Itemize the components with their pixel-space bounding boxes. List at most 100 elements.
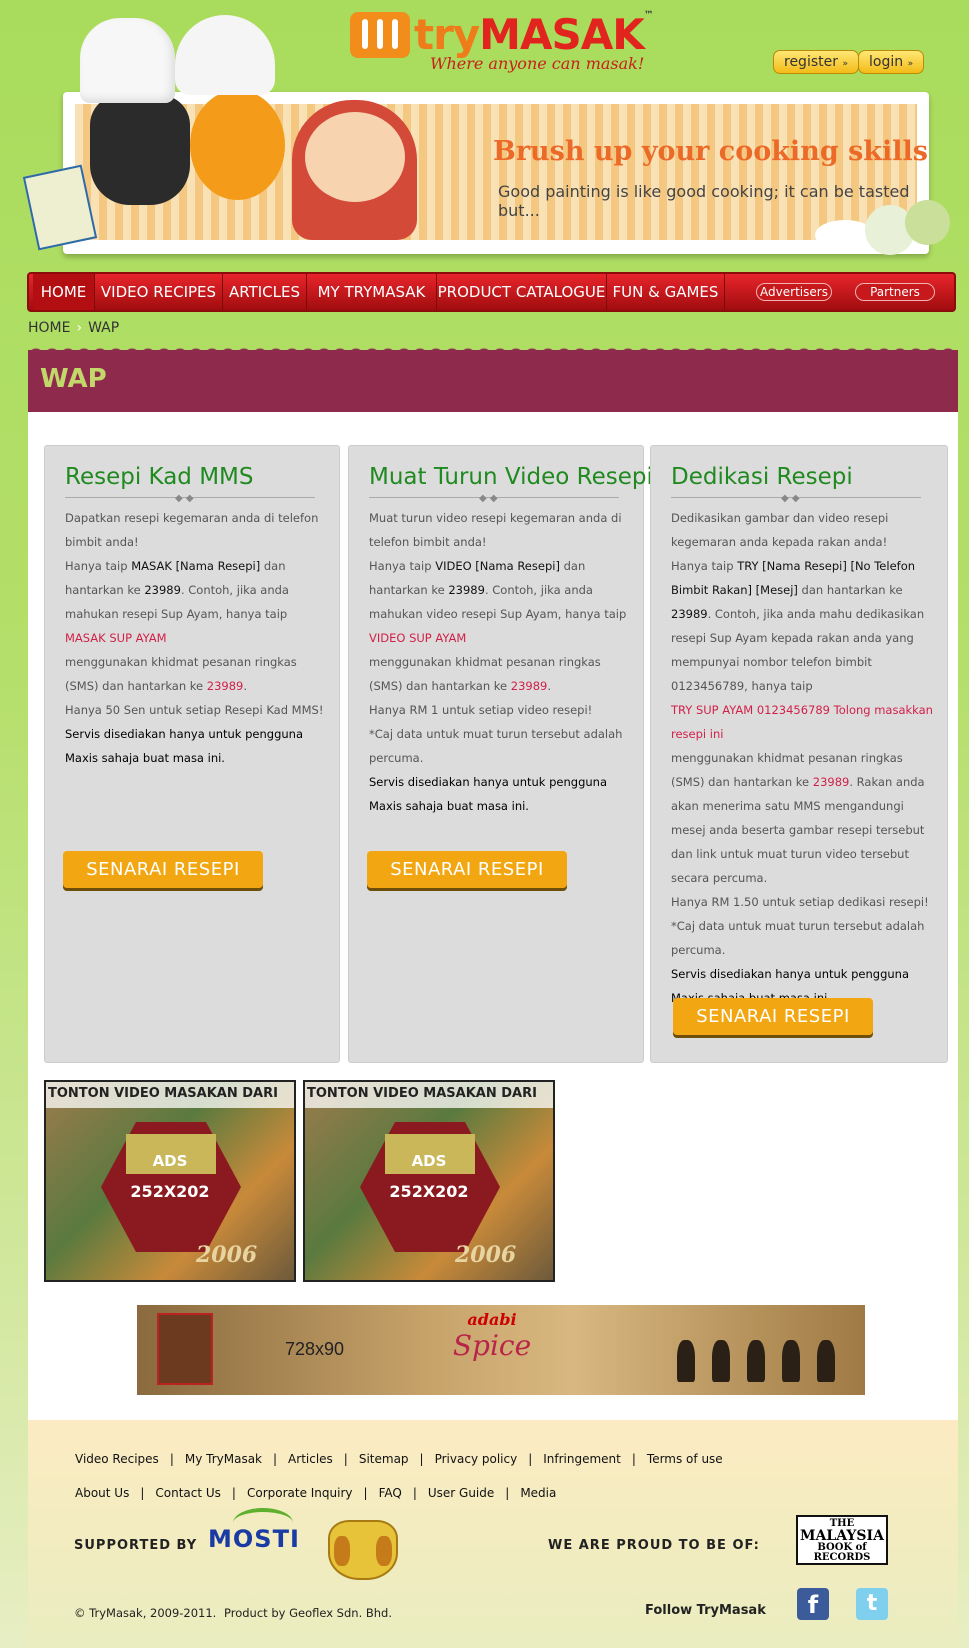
ad-size: 252X202 [130, 1182, 210, 1201]
price-text: Hanya RM 1.50 untuk setiap dedikasi rese… [671, 895, 929, 909]
ornament-icon: ◆ ◆ [175, 493, 194, 504]
page-title: WAP [40, 364, 107, 394]
camel-silhouette [782, 1340, 800, 1382]
footer-link[interactable]: Corporate Inquiry [247, 1486, 353, 1500]
card-title: Dedikasi Resepi [671, 464, 853, 490]
sms-number: 23989 [448, 583, 485, 597]
sms-example: VIDEO SUP AYAM [369, 631, 467, 645]
footer-link[interactable]: User Guide [428, 1486, 494, 1500]
leaderboard-ad[interactable]: 728x90 adabi Spice [137, 1305, 865, 1395]
ad-year: 2006 [196, 1242, 258, 1268]
scallop-edge [28, 344, 958, 356]
footer-link[interactable]: Terms of use [647, 1452, 723, 1466]
card-resepi-kad-mms: Resepi Kad MMS ◆ ◆ Dapatkan resepi kegem… [44, 445, 340, 1063]
twitter-icon[interactable]: t [856, 1588, 888, 1620]
senarai-resepi-button[interactable]: SENARAI RESEPI [63, 851, 263, 888]
footer-link[interactable]: Infringement [543, 1452, 621, 1466]
mosti-logo[interactable]: MOSTI [208, 1525, 300, 1553]
footer-link[interactable]: FAQ [379, 1486, 402, 1500]
card-title: Resepi Kad MMS [65, 464, 254, 490]
register-button[interactable]: register » [773, 50, 859, 74]
arrow-icon: » [842, 59, 848, 69]
logo-tagline: Where anyone can masak! [430, 54, 645, 73]
nav-home[interactable]: HOME [33, 274, 95, 310]
ad-banner[interactable]: TONTON VIDEO MASAKAN DARI ADS 252X202 20… [44, 1080, 296, 1282]
logo-tm: ™ [643, 10, 654, 21]
text-span: . Contoh, jika anda mahu dedikasikan res… [671, 607, 925, 693]
ornament-icon: ◆ ◆ [479, 493, 498, 504]
text-span: Hanya taip [671, 559, 738, 573]
logo-masak: MASAK [479, 10, 645, 59]
trymasak-logo[interactable]: tryMASAK™ Where anyone can masak! [350, 10, 654, 78]
nav-articles[interactable]: ARTICLES [223, 274, 307, 310]
site-footer: Video Recipes | My TryMasak | Articles | Sitem… [28, 1420, 958, 1648]
ad-header: TONTON VIDEO MASAKAN DARI [305, 1082, 553, 1108]
nav-video-recipes[interactable]: VIDEO RECIPES [95, 274, 223, 310]
footer-link[interactable]: Video Recipes [75, 1452, 159, 1466]
senarai-resepi-button[interactable]: SENARAI RESEPI [367, 851, 567, 888]
login-label: login [869, 54, 904, 70]
footer-link[interactable]: About Us [75, 1486, 129, 1500]
product-by: Product by Geoflex Sdn. Bhd. [224, 1606, 393, 1620]
malaysia-crest-logo[interactable] [328, 1520, 398, 1580]
nav-my-trymasak[interactable]: MY TRYMASAK [307, 274, 437, 310]
card-body: Muat turun video resepi kegemaran anda d… [369, 506, 629, 818]
price-text: Hanya RM 1 untuk setiap video resepi! [369, 703, 593, 717]
text-span: . [547, 679, 552, 693]
footer-link[interactable]: Sitemap [359, 1452, 409, 1466]
main-nav: HOME VIDEO RECIPES ARTICLES MY TRYMASAK … [27, 272, 956, 312]
logo-try: try [414, 10, 480, 59]
data-charge-note: *Caj data untuk muat turun tersebut adal… [671, 919, 925, 957]
ad-header: TONTON VIDEO MASAKAN DARI [46, 1082, 294, 1108]
card-title: Muat Turun Video Resepi [369, 464, 653, 490]
senarai-resepi-button[interactable]: SENARAI RESEPI [673, 998, 873, 1035]
sms-example: TRY SUP AYAM 0123456789 Tolong masakkan … [671, 703, 933, 741]
maxis-note: Servis disediakan hanya untuk pengguna M… [369, 775, 608, 813]
nav-product-catalogue[interactable]: PRODUCT CATALOGUE [437, 274, 607, 310]
utensils-icon [350, 12, 410, 58]
card-text: Dapatkan resepi kegemaran anda di telefo… [65, 511, 319, 549]
price-text: Hanya 50 Sen untuk setiap Resepi Kad MMS… [65, 703, 324, 717]
nav-advertisers[interactable]: Advertisers [756, 283, 832, 301]
nasi-lemak-illustration [805, 200, 955, 260]
card-body: Dapatkan resepi kegemaran anda di telefo… [65, 506, 325, 770]
breadcrumb: HOME › WAP [28, 320, 119, 336]
site-header: tryMASAK™ Where anyone can masak! regist… [0, 0, 969, 270]
hero-banner[interactable]: Brush up your cooking skills Good painti… [63, 92, 929, 254]
text-span: menggunakan khidmat pesanan ringkas (SMS… [369, 655, 601, 693]
card-text: Dedikasikan gambar dan video resepi kege… [671, 511, 889, 549]
arrow-icon: » [907, 59, 914, 69]
data-charge-note: *Caj data untuk muat turun tersebut adal… [369, 727, 623, 765]
copyright: © TryMasak, 2009-2011. [74, 1606, 217, 1620]
sms-number: 23989 [144, 583, 181, 597]
breadcrumb-current: WAP [88, 320, 120, 336]
sms-keyword: MASAK [Nama Resepi] [131, 559, 261, 573]
banner-title: Brush up your cooking skills [493, 136, 928, 167]
ad-banner[interactable]: TONTON VIDEO MASAKAN DARI ADS 252X202 20… [303, 1080, 555, 1282]
footer-link[interactable]: Media [520, 1486, 556, 1500]
footer-link[interactable]: My TryMasak [185, 1452, 262, 1466]
sms-number: 23989 [510, 679, 548, 693]
card-text: menggunakan khidmat pesanan ringkas (SMS… [671, 746, 933, 890]
ad-size: 252X202 [389, 1182, 469, 1201]
proud-label: WE ARE PROUD TO BE OF: [548, 1538, 760, 1553]
card-text: Hanya taip TRY [Nama Resepi] [No Telefon… [671, 554, 933, 698]
nav-partners[interactable]: Partners [855, 283, 935, 301]
footer-link[interactable]: Articles [288, 1452, 333, 1466]
mbr-line: MALAYSIA [800, 1528, 884, 1544]
sms-number: 23989 [206, 679, 244, 693]
ad-label: ADS [152, 1152, 188, 1170]
footer-link[interactable]: Contact Us [155, 1486, 221, 1500]
footer-link[interactable]: Privacy policy [435, 1452, 518, 1466]
spice-routes-logo: adabi Spice [432, 1310, 552, 1385]
nav-fun-games[interactable]: FUN & GAMES [607, 274, 725, 310]
malaysia-book-of-records-logo[interactable]: THE MALAYSIA BOOK of RECORDS [796, 1515, 888, 1565]
sms-example: MASAK SUP AYAM [65, 631, 167, 645]
facebook-icon[interactable]: f [797, 1588, 829, 1620]
breadcrumb-home[interactable]: HOME [28, 320, 70, 336]
camel-silhouette [712, 1340, 730, 1382]
chef-hat-illustration [175, 15, 275, 95]
chef-spatula-illustration [90, 95, 190, 205]
card-text: menggunakan khidmat pesanan ringkas (SMS… [65, 650, 325, 698]
login-button[interactable]: login » [858, 50, 925, 74]
